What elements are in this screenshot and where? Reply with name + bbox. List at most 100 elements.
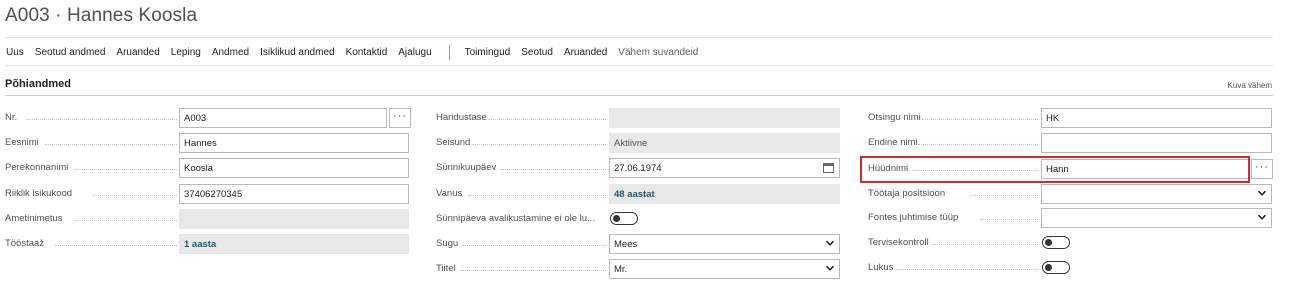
label-leader [460,270,606,271]
field-row-birth-date: Sünnikuupäev 27.06.1974 [436,158,841,178]
field-row-locked: Lukus [868,258,1273,278]
action-fewer-options[interactable]: Vähem suvandeid [612,47,703,58]
field-label: Endine nimi [868,137,918,148]
first-name-input[interactable]: Hannes [179,133,409,153]
nickname-assist-button[interactable]: ··· [1251,159,1273,179]
label-leader [922,119,1038,120]
section-title[interactable]: Põhiandmed [5,78,71,90]
label-leader [970,195,1038,196]
birthday-private-toggle[interactable] [610,212,638,225]
nr-assist-button[interactable]: ··· [389,108,411,128]
page-title: A003 · Hannes Koosla [5,5,198,26]
field-row-birthday-private: Sünnipäeva avalikustamine ei ole lu... [436,209,841,229]
action-related[interactable]: Seotud [515,47,558,58]
salutation-select[interactable]: Mr. [609,259,840,279]
field-row-last-name: Perekonnanimi Koosla [5,158,410,178]
action-bar-divider [5,65,1273,66]
action-contacts[interactable]: Kontaktid [340,47,393,58]
seniority-value[interactable]: 1 aasta [179,234,409,254]
field-label: Haridustase [436,112,487,123]
field-row-health-check: Tervisekontroll [868,233,1273,253]
label-leader [468,195,606,196]
label-leader [918,144,1038,145]
action-separator [448,44,450,60]
action-contract[interactable]: Leping [165,47,206,58]
nickname-highlight-box [860,156,1250,183]
action-bar: Uus Seotud andmed Aruanded Leping Andmed… [0,43,703,61]
chevron-down-icon [825,265,835,271]
title-divider [5,37,1273,38]
label-leader [27,119,177,120]
field-row-gender: Sugu Mees [436,234,841,254]
health-check-toggle[interactable] [1042,236,1070,249]
ellipsis-icon: ··· [393,109,407,122]
action-data[interactable]: Andmed [206,47,254,58]
nr-input[interactable]: A003 [179,108,387,128]
field-label: Töötaja positsioon [868,188,946,199]
field-label: Otsingu nimi [868,112,921,123]
birth-date-text: 27.06.1974 [614,163,662,174]
field-label: Vanus [436,188,463,199]
field-label: Riiklik isikukood [5,188,73,199]
action-actions[interactable]: Toimingud [459,47,516,58]
gender-selected-value: Mees [614,239,638,250]
field-label: Sünnikuupäev [436,162,497,173]
label-leader [896,269,1038,270]
action-new[interactable]: Uus [0,47,29,58]
fontes-type-select[interactable] [1041,208,1272,228]
field-label: Tööstaaž [5,238,45,249]
gender-select[interactable]: Mees [609,234,840,254]
former-name-input[interactable] [1041,133,1272,153]
age-value: 48 aastat [609,184,840,204]
field-label: Tervisekontroll [868,237,929,248]
ellipsis-icon: ··· [1255,160,1269,173]
field-label: Fontes juhtimise tüüp [868,212,959,223]
id-code-input[interactable]: 37406270345 [179,184,409,204]
chevron-down-icon [1257,190,1267,196]
action-personal-data[interactable]: Isiklikud andmed [254,47,339,58]
label-leader [462,245,606,246]
label-leader [932,244,1038,245]
job-title-value [179,209,409,229]
label-leader [472,144,606,145]
field-label: Seisund [436,137,471,148]
label-leader [500,169,606,170]
field-label: Tiitel [436,263,456,274]
field-row-salutation: Tiitel Mr. [436,259,841,279]
show-less-link[interactable]: Kuva vähem [1228,81,1272,90]
action-reports-2[interactable]: Aruanded [558,47,612,58]
position-select[interactable] [1041,184,1272,204]
education-value [609,108,840,128]
salutation-selected-value: Mr. [614,264,628,275]
action-related-data[interactable]: Seotud andmed [29,47,111,58]
field-row-status: Seisund Aktiivne [436,133,841,153]
field-row-seniority: Tööstaaž 1 aasta [5,234,410,254]
status-value: Aktiivne [609,133,840,153]
field-label: Lukus [868,262,894,273]
label-leader [55,245,177,246]
field-row-position: Töötaja positsioon [868,184,1273,204]
birth-date-input[interactable]: 27.06.1974 [609,158,840,178]
label-leader [75,220,177,221]
label-leader [980,219,1038,220]
chevron-down-icon [825,240,835,246]
field-label: Sugu [436,238,459,249]
locked-toggle[interactable] [1042,261,1070,274]
field-label: Nr. [5,112,18,123]
action-history[interactable]: Ajalugu [392,47,436,58]
last-name-input[interactable]: Koosla [179,158,409,178]
label-leader [45,144,177,145]
chevron-down-icon [1257,214,1267,220]
action-reports[interactable]: Aruanded [110,47,164,58]
label-leader [488,119,606,120]
field-row-job-title: Ametinimetus [5,209,410,229]
field-row-former-name: Endine nimi [868,133,1273,153]
search-name-input[interactable]: HK [1041,108,1272,128]
field-row-first-name: Eesnimi Hannes [5,133,410,153]
label-leader [75,169,177,170]
field-row-education: Haridustase [436,108,841,128]
field-row-id-code: Riiklik isikukood 37406270345 [5,184,410,204]
field-label: Eesnimi [5,137,39,148]
calendar-icon[interactable] [823,163,834,173]
field-label: Perekonnanimi [5,162,69,173]
